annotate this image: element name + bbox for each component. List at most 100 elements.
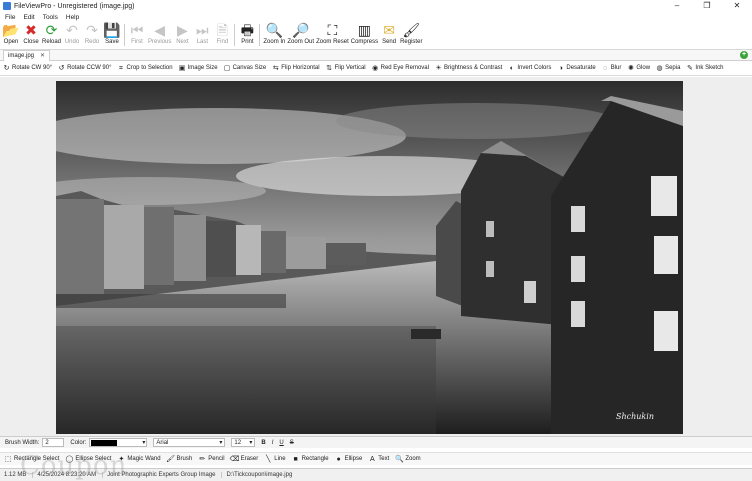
last-icon: ⏭: [196, 22, 209, 38]
image-tool-rotate-cw-90[interactable]: ↻ Rotate CW 90°: [3, 64, 53, 72]
image-tool-red-eye-removal[interactable]: ◉ Red Eye Removal: [372, 65, 429, 72]
watermark-text: Coupon: [20, 451, 128, 481]
menu-bar: File Edit Tools Help: [0, 12, 752, 22]
toolbar-print-button[interactable]: 🖶 Print: [238, 22, 256, 46]
toolbar-open-button[interactable]: 📂 Open: [2, 22, 20, 46]
close-x-icon: ✖: [25, 22, 37, 38]
toolbar-save-button[interactable]: 💾 Save: [103, 22, 121, 46]
menu-file[interactable]: File: [5, 14, 15, 21]
toolbar-reload-button[interactable]: ⟳ Reload: [42, 22, 61, 46]
image-tool-flip-vertical[interactable]: ⇅ Flip Vertical: [326, 64, 365, 72]
draw-tool-text[interactable]: A Text: [368, 456, 389, 463]
image-tool-ink-sketch[interactable]: ✎ Ink Sketch: [686, 65, 723, 72]
flip-vertical-icon: ⇅: [326, 64, 333, 72]
save-disk-icon: 💾: [103, 22, 121, 38]
brush-options-bar: Brush Width: 2 Color: ▾ Arial ▾ 12 ▾ B I U…: [0, 436, 752, 448]
title-bar: FileViewPro - Unregistered (image.jpg) –…: [0, 0, 752, 12]
rotate-cw-icon: ↻: [3, 64, 10, 72]
draw-tool-ellipse[interactable]: ● Ellipse: [335, 456, 363, 463]
image-tool-invert-colors[interactable]: ◐ Invert Colors: [508, 65, 552, 72]
image-tool-canvas-size[interactable]: ▢ Canvas Size: [224, 65, 267, 72]
toolbar-send-button[interactable]: ✉ Send: [380, 22, 398, 46]
photo[interactable]: Shchukin: [56, 81, 683, 434]
underline-button[interactable]: U: [279, 440, 283, 446]
ink-sketch-icon: ✎: [686, 64, 693, 72]
font-select[interactable]: Arial ▾: [153, 438, 226, 447]
italic-button[interactable]: I: [272, 440, 274, 446]
image-tool-label: Blur: [610, 65, 622, 71]
zoom-in-icon: 🔍: [265, 22, 284, 38]
eraser-icon: ⌫: [229, 456, 240, 463]
folder-icon: 📂: [2, 22, 20, 38]
minimize-button[interactable]: –: [662, 0, 692, 12]
paintbrush-icon: 🖌: [402, 22, 421, 38]
photo-river-houses: [56, 81, 683, 434]
rectangle-icon: ■: [293, 455, 298, 463]
image-tool-glow[interactable]: ✺ Glow: [627, 65, 650, 72]
image-tool-flip-horizontal[interactable]: ⇆ Flip Horizontal: [272, 64, 320, 72]
toolbar-button-label: Open: [3, 39, 19, 45]
zoom-reset-icon: ⛶: [327, 22, 338, 38]
draw-tool-label: Ellipse: [344, 456, 363, 462]
image-tool-sepia[interactable]: ◍ Sepia: [656, 65, 681, 72]
menu-tools[interactable]: Tools: [43, 14, 58, 21]
first-icon: ⏮: [130, 22, 144, 38]
draw-tool-label: Line: [274, 456, 286, 462]
previous-icon: ◀: [154, 22, 166, 38]
find-document-icon: 🗎: [216, 22, 228, 38]
tab-label: image.jpg: [8, 52, 35, 59]
draw-tool-zoom[interactable]: 🔍 Zoom: [394, 456, 421, 463]
chevron-down-icon: ▾: [249, 439, 253, 446]
toolbar-register-button[interactable]: 🖌 Register: [400, 22, 422, 46]
draw-tool-pencil[interactable]: ✏ Pencil: [198, 456, 224, 463]
zoom-tool-icon: 🔍: [394, 456, 404, 463]
image-tool-label: Rotate CW 90°: [12, 65, 53, 71]
color-swatch: [91, 439, 118, 446]
rotate-ccw-icon: ↺: [58, 64, 65, 72]
draw-tool-label: Eraser: [240, 456, 259, 462]
image-tool-label: Crop to Selection: [126, 65, 173, 71]
toolbar-button-label: Zoom In: [263, 39, 286, 45]
image-tool-crop-to-selection[interactable]: ⌗ Crop to Selection: [118, 65, 173, 72]
image-tool-rotate-ccw-90[interactable]: ↺ Rotate CCW 90°: [58, 64, 112, 72]
app-logo-icon: [3, 2, 11, 10]
draw-tool-line[interactable]: ╲ Line: [264, 456, 285, 463]
menu-edit[interactable]: Edit: [23, 14, 34, 21]
desaturate-icon: ◑: [558, 64, 563, 72]
tab-close-icon[interactable]: ✕: [40, 52, 45, 59]
draw-tool-label: Text: [378, 456, 390, 462]
toolbar-compress-button[interactable]: ▥ Compress: [351, 22, 378, 46]
bold-button[interactable]: B: [261, 440, 265, 446]
brush-width-spinner[interactable]: 2: [42, 438, 65, 447]
strikethrough-button[interactable]: S: [290, 440, 294, 446]
image-tool-desaturate[interactable]: ◑ Desaturate: [557, 64, 596, 72]
reload-icon: ⟳: [45, 22, 58, 38]
image-tool-brightness-contrast[interactable]: ☀ Brightness & Contrast: [435, 65, 502, 72]
tab-image-jpg[interactable]: image.jpg ✕: [3, 49, 51, 61]
toolbar-zoom-out-button[interactable]: 🔎 Zoom Out: [287, 22, 315, 46]
toolbar-previous-button: ◀ Previous: [148, 22, 171, 46]
toolbar-button-label: Zoom Out: [287, 39, 315, 45]
envelope-icon: ✉: [383, 22, 395, 38]
draw-tool-brush[interactable]: 🖌 Brush: [166, 456, 193, 463]
maximize-button[interactable]: ❐: [692, 0, 722, 12]
color-picker[interactable]: ▾: [89, 438, 148, 447]
add-tab-icon[interactable]: +: [740, 51, 748, 59]
toolbar-find-button: 🗎 Find: [213, 22, 231, 46]
draw-tool-rectangle[interactable]: ■ Rectangle: [292, 455, 328, 463]
status-file-path: D:\Tickcoupon\image.jpg: [226, 472, 293, 478]
toolbar-close-button[interactable]: ✖ Close: [22, 22, 40, 46]
image-tool-label: Invert Colors: [517, 65, 552, 71]
toolbar-zoom-in-button[interactable]: 🔍 Zoom In: [263, 22, 286, 46]
image-tool-image-size[interactable]: ▣ Image Size: [179, 65, 218, 72]
image-tool-label: Rotate CCW 90°: [67, 65, 112, 71]
close-window-button[interactable]: ✕: [722, 0, 752, 12]
font-size-select[interactable]: 12 ▾: [231, 438, 256, 447]
menu-help[interactable]: Help: [66, 14, 79, 21]
flip-horizontal-icon: ⇆: [272, 64, 279, 72]
toolbar-zoom-reset-button[interactable]: ⛶ Zoom Reset: [316, 22, 349, 46]
draw-tool-label: Brush: [176, 456, 193, 462]
image-tool-blur[interactable]: ◌ Blur: [602, 65, 622, 72]
image-tool-label: Glow: [636, 65, 651, 71]
draw-tool-eraser[interactable]: ⌫ Eraser: [229, 456, 259, 463]
